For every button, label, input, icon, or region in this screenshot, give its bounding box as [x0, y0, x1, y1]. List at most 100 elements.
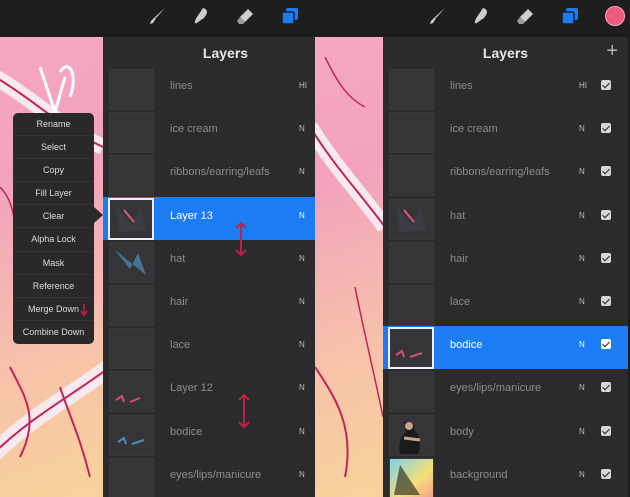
layer-row-selected[interactable]: Layer 13 N [103, 196, 315, 240]
blend-mode[interactable]: N [579, 470, 585, 479]
menu-clear[interactable]: Clear [13, 205, 94, 229]
layer-name: body [450, 425, 474, 438]
layers-icon[interactable] [280, 6, 300, 26]
layer-name: lines [450, 80, 473, 92]
layer-list: lines HI ice cream N ribbons/earring/lea… [103, 67, 315, 497]
menu-copy[interactable]: Copy [13, 159, 94, 183]
layer-row[interactable]: hair N [383, 240, 628, 283]
blend-mode[interactable]: N [299, 383, 305, 392]
visibility-checkbox[interactable] [601, 80, 611, 90]
layer-row[interactable]: hat N [103, 240, 315, 283]
visibility-checkbox[interactable] [601, 209, 611, 220]
blend-mode[interactable]: N [579, 124, 585, 133]
blend-mode[interactable]: N [579, 211, 585, 220]
layer-thumbnail [389, 284, 434, 326]
layer-thumbnail [109, 155, 154, 197]
layer-row-selected[interactable]: bodice N [383, 326, 628, 370]
blend-mode[interactable]: N [299, 340, 305, 349]
layer-thumbnail [109, 414, 154, 456]
layer-name: background [450, 468, 508, 481]
blend-mode[interactable]: N [579, 167, 585, 176]
eraser-icon[interactable] [516, 6, 536, 26]
layer-row[interactable]: ribbons/earring/leafs N [383, 153, 628, 197]
blend-mode[interactable]: N [299, 124, 305, 133]
smudge-icon[interactable] [472, 6, 492, 26]
visibility-checkbox[interactable] [601, 123, 611, 134]
layer-thumbnail [109, 284, 154, 326]
layer-row[interactable]: lines HI [383, 67, 628, 110]
toolbar [0, 0, 315, 33]
layer-name: eyes/lips/manicure [450, 382, 542, 395]
layer-name: bodice [170, 425, 203, 438]
layer-list: lines HI ice cream N ribbons/earring/lea… [383, 67, 628, 497]
layer-thumbnail [389, 241, 434, 283]
layer-thumbnail [389, 69, 434, 110]
blend-mode[interactable]: N [299, 470, 305, 479]
layer-thumbnail [389, 155, 434, 197]
menu-select[interactable]: Select [13, 136, 94, 160]
layer-name: ribbons/earring/leafs [450, 166, 550, 179]
layer-row[interactable]: body N [383, 413, 628, 456]
blend-mode[interactable]: N [299, 167, 305, 176]
layer-row[interactable]: eyes/lips/manicure N [383, 369, 628, 413]
visibility-checkbox[interactable] [601, 468, 611, 479]
layer-row[interactable]: ribbons/earring/leafs N [103, 153, 315, 197]
artwork-canvas[interactable] [315, 37, 383, 497]
layer-row[interactable]: eyes/lips/manicure N [103, 456, 315, 497]
brush-icon[interactable] [148, 6, 168, 26]
visibility-checkbox[interactable] [601, 166, 611, 177]
blend-mode[interactable]: HI [579, 81, 587, 90]
menu-mask[interactable]: Mask [13, 252, 94, 275]
layer-row[interactable]: background N [383, 456, 628, 497]
blend-mode[interactable]: N [579, 297, 585, 306]
brush-icon[interactable] [428, 6, 448, 26]
blend-mode[interactable]: N [579, 383, 585, 392]
plus-icon[interactable]: + [606, 41, 618, 61]
visibility-checkbox[interactable] [601, 339, 611, 350]
blend-mode[interactable]: N [299, 297, 305, 306]
menu-reference[interactable]: Reference [13, 275, 94, 298]
smudge-icon[interactable] [192, 6, 212, 26]
color-swatch[interactable] [605, 6, 625, 26]
layers-icon[interactable] [560, 6, 580, 26]
layer-thumbnail [109, 328, 154, 370]
menu-fill-layer[interactable]: Fill Layer [13, 182, 94, 206]
visibility-checkbox[interactable] [601, 252, 611, 263]
right-screen: Layers + lines HI ice cream N ribbons/ea… [315, 0, 630, 497]
visibility-checkbox[interactable] [601, 382, 611, 393]
blend-mode[interactable]: N [299, 254, 305, 263]
layer-name: hat [170, 252, 186, 265]
left-screen: Layers + lines HI ice cream N ribbons/ea… [0, 0, 315, 497]
blend-mode[interactable]: N [579, 254, 585, 263]
layer-row[interactable]: Layer 12 N [103, 369, 315, 413]
layer-row[interactable]: ice cream N [103, 110, 315, 154]
visibility-checkbox[interactable] [601, 295, 611, 306]
eraser-icon[interactable] [236, 6, 256, 26]
visibility-checkbox[interactable] [601, 425, 611, 436]
blend-mode[interactable]: N [579, 340, 585, 349]
drag-arrow-icon [238, 393, 250, 429]
arrow-down-icon [80, 304, 88, 316]
layer-row[interactable]: ice cream N [383, 110, 628, 154]
blend-mode[interactable]: HI [299, 81, 307, 90]
layer-name: Layer 12 [170, 382, 213, 395]
layer-thumbnail [389, 414, 434, 456]
layer-thumbnail [109, 69, 154, 110]
menu-rename[interactable]: Rename [13, 113, 94, 137]
layer-row[interactable]: bodice N [103, 413, 315, 456]
layer-row[interactable]: hat N [383, 197, 628, 240]
layer-thumbnail [109, 371, 154, 413]
blend-mode[interactable]: N [579, 427, 585, 436]
blend-mode[interactable]: N [299, 427, 305, 436]
blend-mode[interactable]: N [299, 211, 305, 220]
layer-thumbnail [108, 197, 154, 240]
layer-row[interactable]: lace N [103, 326, 315, 370]
menu-combine-down[interactable]: Combine Down [13, 321, 94, 344]
layer-name: ribbons/earring/leafs [170, 166, 270, 179]
menu-pointer [94, 207, 103, 223]
menu-alpha-lock[interactable]: Alpha Lock [13, 228, 94, 252]
toolbar [315, 0, 630, 33]
layer-row[interactable]: lace N [383, 283, 628, 326]
layer-row[interactable]: hair N [103, 283, 315, 326]
layer-row[interactable]: lines HI [103, 67, 315, 110]
